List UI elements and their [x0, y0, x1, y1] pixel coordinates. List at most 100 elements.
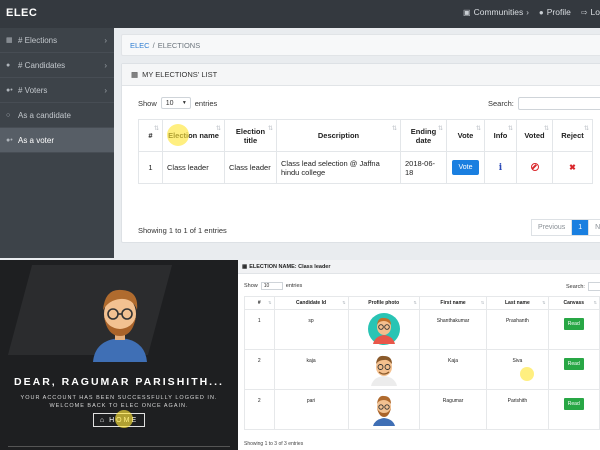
breadcrumb-separator: /: [152, 40, 155, 50]
sidebar-item-as-candidate[interactable]: ○ As a candidate: [0, 103, 114, 128]
brand-logo[interactable]: ELEC: [6, 7, 37, 19]
search-input[interactable]: [517, 97, 600, 110]
search-label: Search:: [566, 283, 585, 290]
avatar-illustration: [93, 289, 147, 362]
read-button[interactable]: Read: [563, 318, 584, 330]
search-control: Search:: [488, 97, 600, 110]
sidebar-item-label: As a voter: [18, 135, 55, 145]
breadcrumb: ELEC / ELECTIONS: [121, 34, 600, 56]
logout-label: Lo: [590, 7, 600, 17]
cell-profile-photo: [347, 309, 420, 350]
top-nav: ▣ Communities › ● Profile ⇨ Lo: [463, 7, 600, 17]
avatar: [372, 395, 395, 426]
col-canvass[interactable]: Canvass ⇅: [547, 296, 600, 310]
page-1-button[interactable]: 1: [572, 220, 590, 235]
col-first-name[interactable]: First name ⇅: [418, 296, 488, 310]
col-description[interactable]: Description ⇅: [276, 119, 401, 152]
cell-voted: [516, 151, 553, 184]
read-button[interactable]: Read: [563, 398, 584, 410]
close-icon[interactable]: ✖: [569, 163, 576, 172]
top-navbar: ELEC ▣ Communities › ● Profile ⇨ Lo: [0, 0, 600, 28]
entries-select[interactable]: 10: [260, 282, 283, 290]
sidebar-item-label: # Candidates: [18, 60, 66, 70]
cell-first-name: Kaja: [418, 349, 488, 390]
elections-card: ▦ MY ELECTIONS' LIST Show 10 ▼ entries S…: [121, 63, 600, 243]
show-label: Show: [138, 98, 157, 108]
main-content: ELEC / ELECTIONS ▦ MY ELECTIONS' LIST Sh…: [114, 28, 600, 260]
grid-icon: ▦: [6, 37, 13, 44]
vote-button[interactable]: Vote: [452, 160, 479, 175]
welcome-title: DEAR, RAGUMAR PARISHITH...: [14, 376, 224, 388]
sidebar-item-as-voter[interactable]: ●• As a voter: [0, 128, 114, 153]
entries-select[interactable]: 10 ▼: [160, 97, 191, 109]
col-election-title[interactable]: Election title ⇅: [224, 119, 277, 152]
cell-election-title: Class leader: [224, 151, 277, 184]
sidebar-item-label: # Voters: [18, 85, 48, 95]
chevron-right-icon: ›: [104, 60, 107, 70]
show-label: Show: [244, 283, 258, 289]
profile-link[interactable]: ● Profile: [539, 7, 571, 17]
cursor-highlight: [520, 367, 534, 381]
sitemap-icon: ▣: [463, 7, 471, 17]
candidates-panel: ▦ ELECTION NAME: Class leader Show 10 en…: [238, 260, 600, 450]
elections-table: # ⇅ Election name ⇅ Election title ⇅ Descri…: [138, 119, 593, 184]
divider: [8, 446, 230, 447]
table-info: Showing 1 to 3 of 3 entries: [244, 441, 304, 447]
communities-menu[interactable]: ▣ Communities ›: [463, 7, 529, 17]
sidebar-item-elections[interactable]: ▦ # Elections ›: [0, 28, 114, 53]
table-row: 1 Class leader Class leader Class lead s…: [138, 151, 593, 184]
user-icon: ●: [538, 7, 544, 17]
table-row: 2 pari Ragumar Parishith Read: [244, 389, 600, 430]
cell-reject: ✖: [552, 151, 593, 184]
cell-vote: Vote: [446, 151, 485, 184]
profile-label: Profile: [546, 7, 571, 17]
col-candidate-id[interactable]: Candidate Id ⇅: [273, 296, 349, 310]
col-voted[interactable]: Voted ⇅: [516, 119, 553, 152]
cell-profile-photo: [347, 349, 420, 390]
logout-link[interactable]: ⇨ Lo: [581, 7, 600, 17]
candidates-table: # ⇅ Candidate Id ⇅ Profile photo ⇅ First na…: [244, 296, 600, 430]
sidebar-item-label: # Elections: [18, 35, 58, 45]
candidates-header: ▦ ELECTION NAME: Class leader: [238, 260, 600, 274]
info-icon[interactable]: i: [499, 163, 502, 173]
cell-number: 2: [244, 389, 275, 430]
card-header: ▦ MY ELECTIONS' LIST: [122, 64, 600, 86]
col-ending-date[interactable]: Ending date ⇅: [400, 119, 447, 152]
read-button[interactable]: Read: [563, 358, 584, 370]
col-info[interactable]: Info ⇅: [484, 119, 517, 152]
chevron-right-icon: ›: [104, 35, 107, 45]
col-profile-photo[interactable]: Profile photo ⇅: [347, 296, 420, 310]
entries-control: Show 10 entries: [244, 282, 302, 290]
previous-button[interactable]: Previous: [532, 220, 573, 235]
sidebar-item-voters[interactable]: ●• # Voters ›: [0, 78, 114, 103]
welcome-line-2: WELCOME BACK TO ELEC ONCE AGAIN.: [49, 403, 189, 409]
cell-canvass: Read: [547, 309, 600, 350]
cell-canvass: Read: [547, 389, 600, 430]
card-title: MY ELECTIONS' LIST: [142, 70, 218, 79]
screen: ELEC ▣ Communities › ● Profile ⇨ Lo ▦ # …: [0, 0, 600, 450]
col-vote[interactable]: Vote ⇅: [446, 119, 485, 152]
cell-election-name: Class leader: [162, 151, 225, 184]
breadcrumb-home[interactable]: ELEC: [130, 41, 150, 50]
cell-first-name: Ragumar: [418, 389, 488, 430]
avatar: [370, 355, 397, 386]
col-number[interactable]: # ⇅: [138, 119, 163, 152]
cell-description: Class lead selection @ Jaffna hindu coll…: [276, 151, 401, 184]
candidates-title: ELECTION NAME: Class leader: [249, 263, 331, 270]
entries-label: entries: [285, 283, 303, 289]
search-input[interactable]: [587, 282, 600, 291]
col-last-name[interactable]: Last name ⇅: [486, 296, 549, 310]
sidebar: ▦ # Elections › ● # Candidates › ●• # Vo…: [0, 28, 114, 258]
cell-ending-date: 2018-06-18: [400, 151, 447, 184]
table-header-row: # ⇅ Candidate Id ⇅ Profile photo ⇅ First na…: [244, 296, 600, 310]
col-reject[interactable]: Reject ⇅: [552, 119, 593, 152]
col-number[interactable]: # ⇅: [244, 296, 275, 310]
pagination: Previous 1 Next: [531, 219, 600, 236]
next-button[interactable]: Next: [589, 220, 600, 235]
cell-last-name: Prashanth: [486, 309, 549, 350]
user-group-icon: ●•: [6, 136, 13, 144]
table-header-row: # ⇅ Election name ⇅ Election title ⇅ Descri…: [138, 119, 593, 152]
table-row: 2 kaja Kaja Siva Read: [244, 349, 600, 390]
sidebar-item-candidates[interactable]: ● # Candidates ›: [0, 53, 114, 78]
logout-icon: ⇨: [580, 7, 588, 17]
